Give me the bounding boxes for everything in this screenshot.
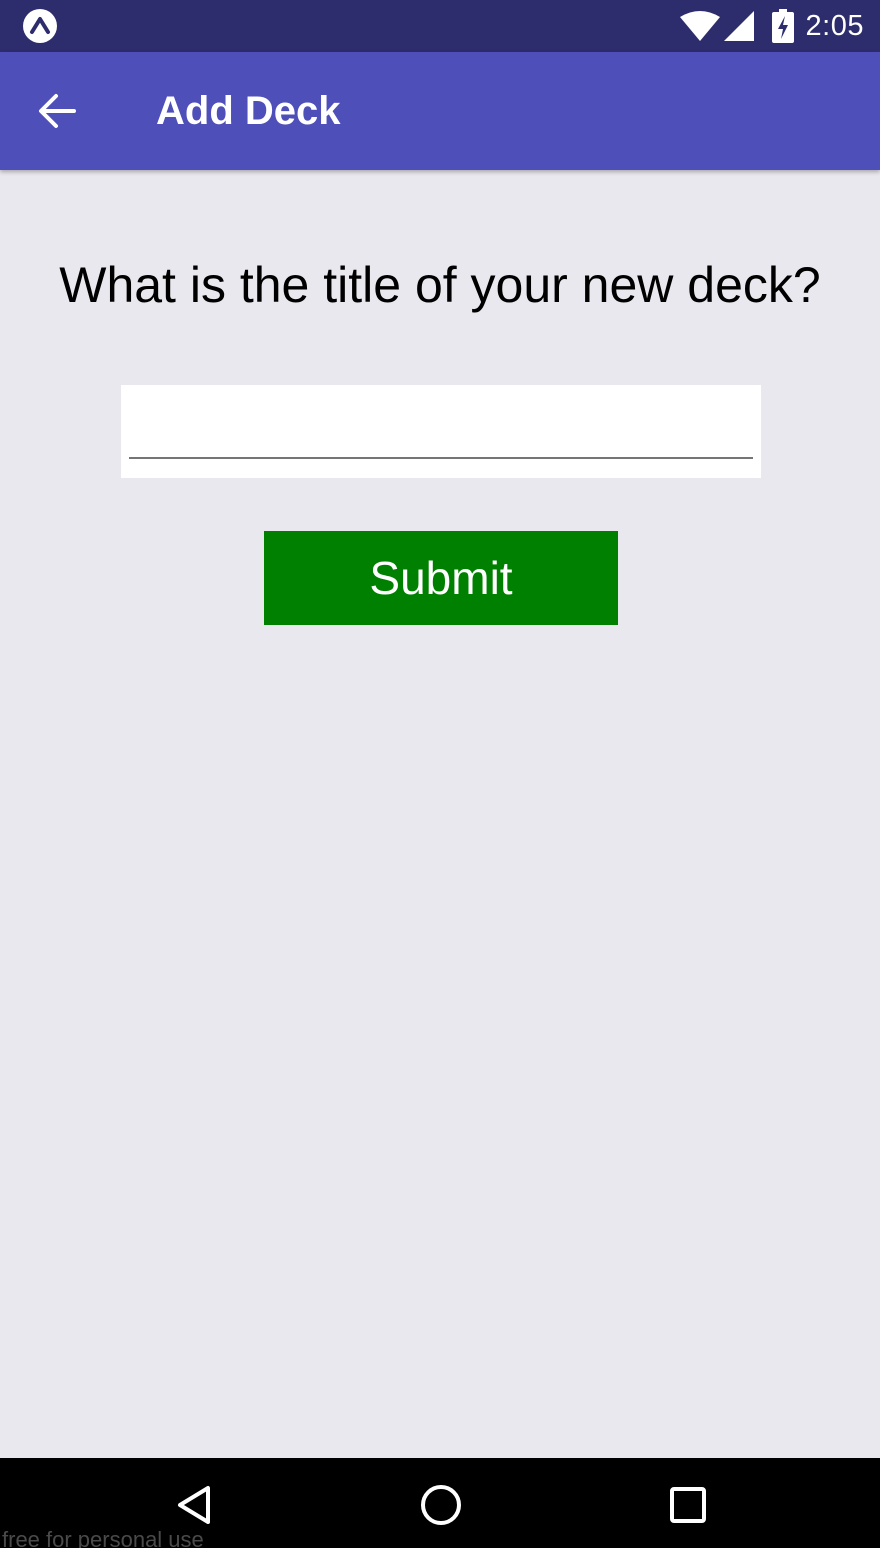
status-time: 2:05 [805, 9, 864, 42]
nav-recents-button[interactable] [664, 1481, 712, 1529]
deck-title-input-card [121, 385, 761, 478]
status-icons: 2:05 [679, 6, 864, 46]
nav-back-button[interactable] [170, 1481, 218, 1529]
deck-title-question: What is the title of your new deck? [59, 257, 821, 313]
page-title: Add Deck [156, 89, 341, 133]
watermark-text: free for personal use [2, 1527, 204, 1548]
deck-title-input[interactable] [129, 393, 753, 459]
back-button[interactable] [28, 81, 88, 141]
nav-back-icon [178, 1486, 210, 1524]
submit-button[interactable]: Submit [264, 531, 618, 625]
nav-home-icon [421, 1485, 461, 1525]
expo-icon [22, 8, 58, 44]
arrow-back-icon [39, 94, 76, 128]
app-bar: Add Deck [0, 52, 880, 170]
nav-home-button[interactable] [417, 1481, 465, 1529]
nav-recents-icon [670, 1487, 706, 1523]
status-bar: 2:05 [0, 0, 880, 52]
wifi-icon [679, 11, 720, 41]
signal-icon [723, 11, 754, 41]
add-deck-screen: 2:05 Add Deck What is the title of your … [0, 0, 880, 1548]
battery-charging-icon [771, 9, 794, 43]
